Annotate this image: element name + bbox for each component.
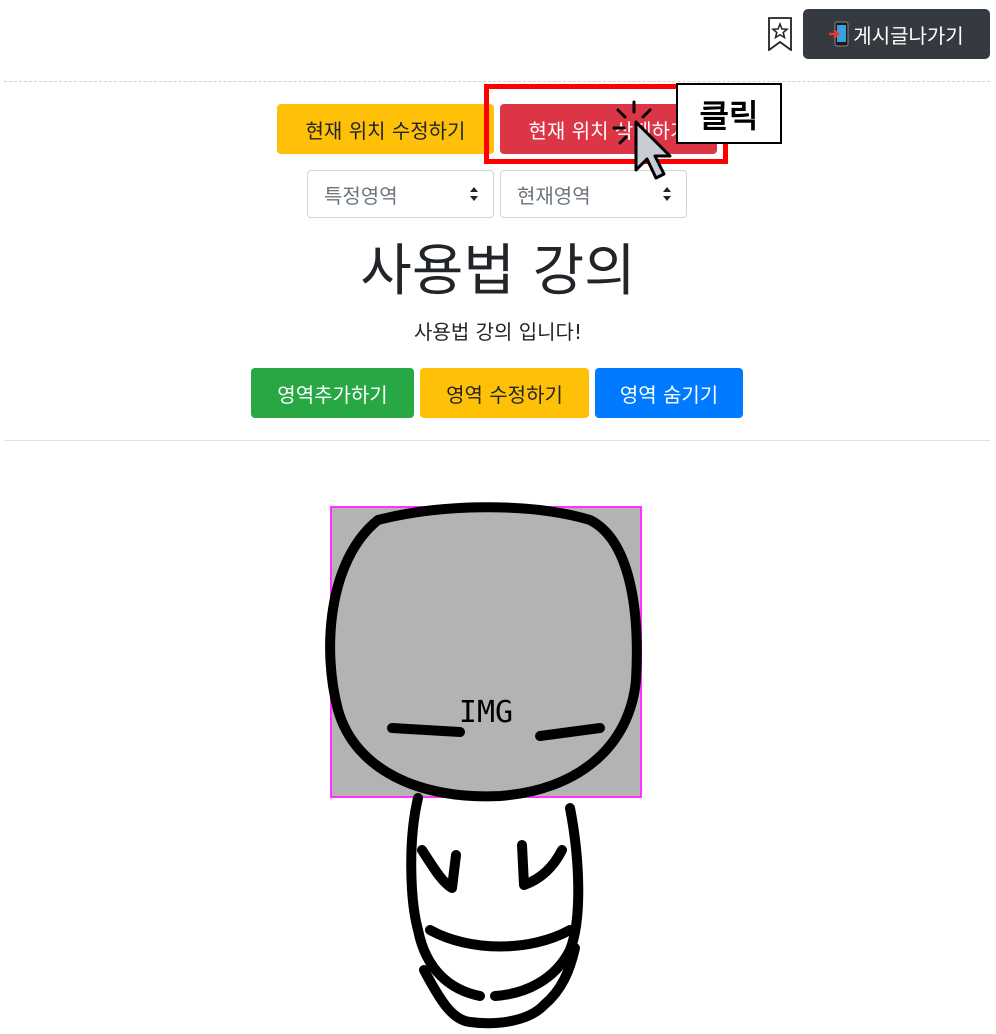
page-title: 사용법 강의 <box>360 239 636 304</box>
top-bar: 게시글나가기 <box>0 0 996 82</box>
add-area-button[interactable]: 영역추가하기 <box>251 368 414 418</box>
select-caret-icon <box>470 187 478 201</box>
add-area-label: 영역추가하기 <box>277 382 388 407</box>
image-label: IMG <box>459 695 513 730</box>
area-select[interactable]: 특정영역 <box>307 170 494 218</box>
bookmark-star-icon[interactable] <box>767 17 793 51</box>
select-caret-icon <box>663 187 671 201</box>
content-divider <box>4 440 990 441</box>
top-divider <box>4 81 990 82</box>
mouse-cursor-icon <box>612 100 672 180</box>
current-area-select-value: 현재영역 <box>517 183 591 208</box>
page-subtitle: 사용법 강의 입니다! <box>414 320 582 344</box>
image-area-box <box>330 506 642 798</box>
edit-location-label: 현재 위치 수정하기 <box>305 118 466 143</box>
hide-area-button[interactable]: 영역 숨기기 <box>595 368 743 418</box>
exit-post-button[interactable]: 게시글나가기 <box>803 9 990 59</box>
mobile-exit-icon <box>829 21 849 47</box>
figure-illustration: IMG <box>325 502 642 1029</box>
hide-area-label: 영역 숨기기 <box>619 382 719 407</box>
edit-area-label: 영역 수정하기 <box>446 382 563 407</box>
exit-post-label: 게시글나가기 <box>853 23 964 48</box>
edit-area-button[interactable]: 영역 수정하기 <box>420 368 589 418</box>
edit-location-button[interactable]: 현재 위치 수정하기 <box>277 104 494 154</box>
area-select-value: 특정영역 <box>324 183 398 208</box>
